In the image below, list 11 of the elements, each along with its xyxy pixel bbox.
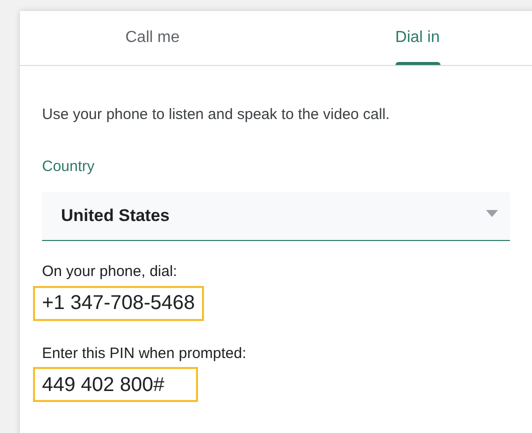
tab[interactable]: Call me — [20, 11, 285, 65]
tab[interactable]: Dial in — [285, 11, 532, 65]
pin-code: 449 402 800# — [35, 369, 196, 400]
country-label: Country — [42, 156, 95, 176]
phone-number: +1 347-708-5468 — [35, 288, 202, 318]
description-text: Use your phone to listen and speak to the video call. — [42, 105, 390, 125]
dial-label: On your phone, dial: — [42, 262, 178, 282]
country-dropdown[interactable]: United States — [42, 192, 510, 241]
tab-indicator — [395, 62, 440, 65]
pin-label: Enter this PIN when prompted: — [42, 344, 246, 364]
dropdown-arrow-icon — [486, 210, 498, 216]
